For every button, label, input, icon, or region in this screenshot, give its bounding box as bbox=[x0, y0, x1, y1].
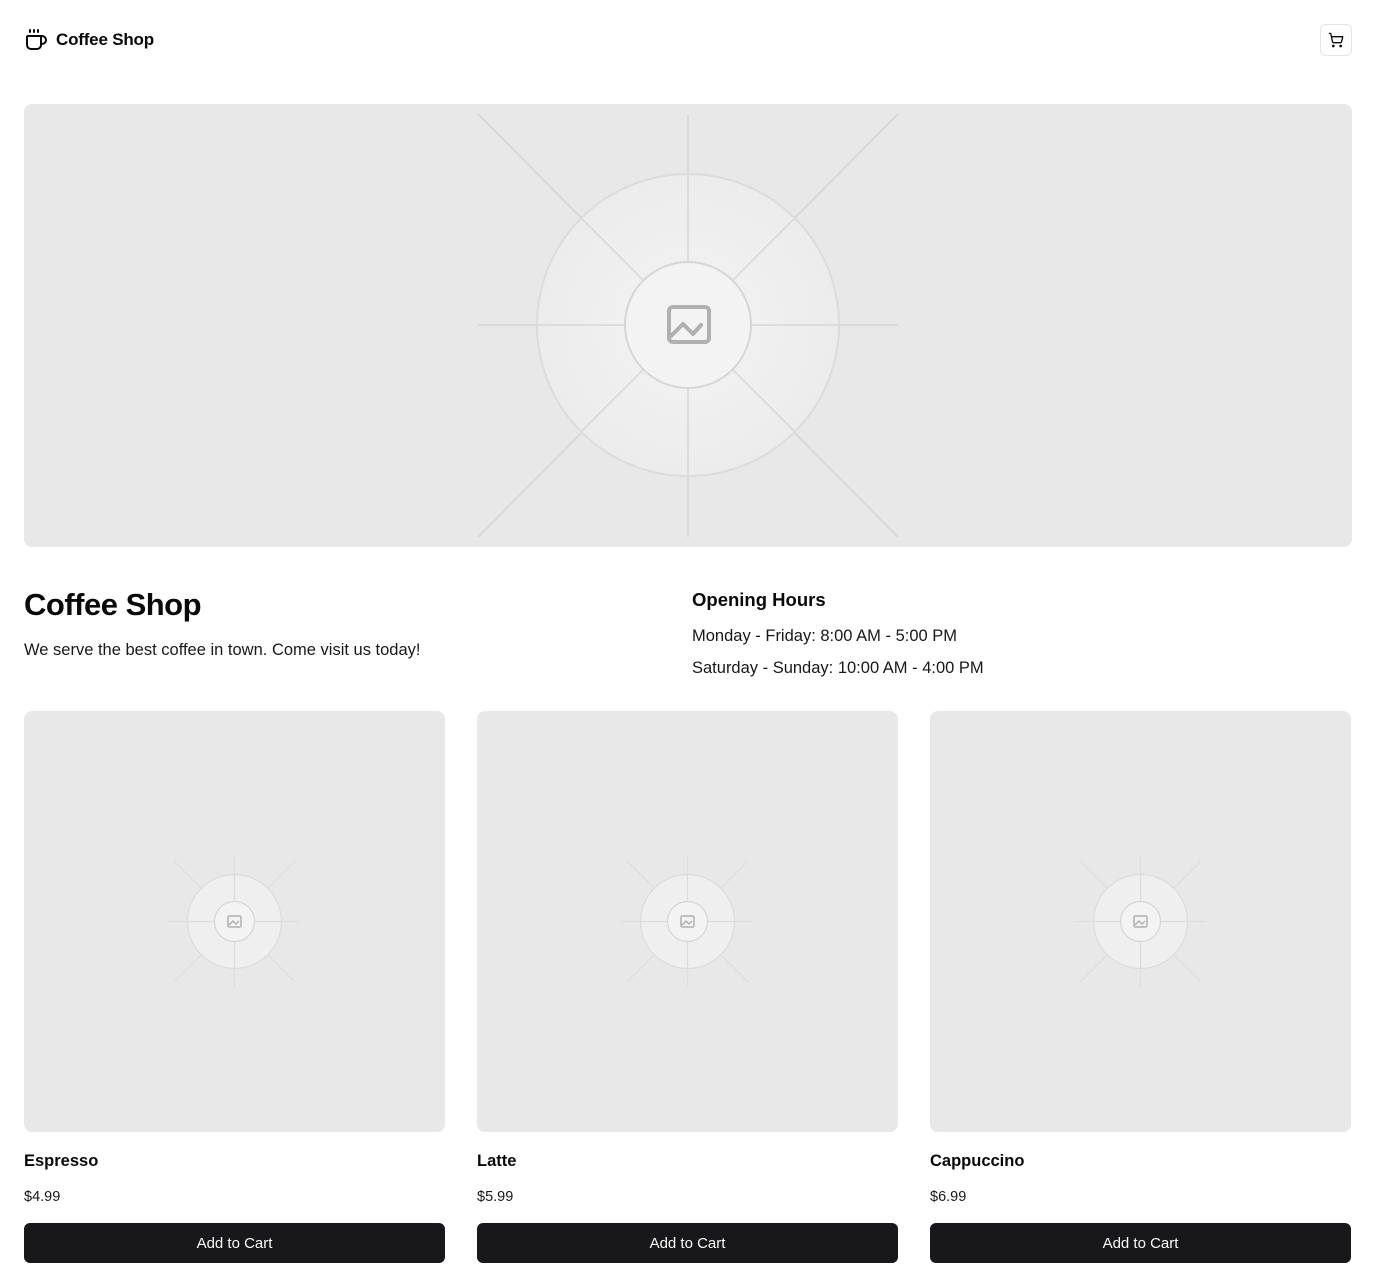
opening-hours-title: Opening Hours bbox=[692, 589, 826, 610]
product-image bbox=[930, 711, 1351, 1132]
top-navigation: Coffee Shop bbox=[24, 24, 1352, 56]
shop-about: Coffee Shop We serve the best coffee in … bbox=[24, 585, 664, 661]
product-price: $4.99 bbox=[24, 1189, 61, 1205]
product-grid: Espresso $4.99 Add to Cart Latte $5.99 A… bbox=[24, 711, 1352, 1263]
product-price: $6.99 bbox=[930, 1189, 967, 1205]
product-image bbox=[24, 711, 445, 1132]
page-title: Coffee Shop bbox=[24, 587, 202, 622]
shop-info: Coffee Shop We serve the best coffee in … bbox=[24, 585, 1352, 685]
brand-link[interactable]: Coffee Shop bbox=[24, 28, 154, 52]
opening-hours: Opening Hours Monday - Friday: 8:00 AM -… bbox=[692, 585, 1352, 679]
hours-weekend: Saturday - Sunday: 10:00 AM - 4:00 PM bbox=[692, 659, 984, 677]
product-price: $5.99 bbox=[477, 1189, 514, 1205]
product-card: Cappuccino $6.99 Add to Cart bbox=[930, 711, 1351, 1263]
product-card: Latte $5.99 Add to Cart bbox=[477, 711, 898, 1263]
hero-image bbox=[24, 104, 1352, 547]
add-to-cart-button[interactable]: Add to Cart bbox=[477, 1223, 898, 1263]
coffee-cup-icon bbox=[24, 28, 48, 52]
shopping-cart-icon bbox=[1328, 32, 1344, 48]
shop-description: We serve the best coffee in town. Come v… bbox=[24, 641, 421, 659]
cart-button[interactable] bbox=[1320, 24, 1352, 56]
product-name: Latte bbox=[477, 1152, 517, 1170]
hours-weekdays: Monday - Friday: 8:00 AM - 5:00 PM bbox=[692, 627, 958, 645]
brand-name: Coffee Shop bbox=[56, 30, 154, 49]
add-to-cart-button[interactable]: Add to Cart bbox=[930, 1223, 1351, 1263]
product-name: Cappuccino bbox=[930, 1152, 1025, 1170]
product-card: Espresso $4.99 Add to Cart bbox=[24, 711, 445, 1263]
product-name: Espresso bbox=[24, 1152, 99, 1170]
add-to-cart-button[interactable]: Add to Cart bbox=[24, 1223, 445, 1263]
product-image bbox=[477, 711, 898, 1132]
